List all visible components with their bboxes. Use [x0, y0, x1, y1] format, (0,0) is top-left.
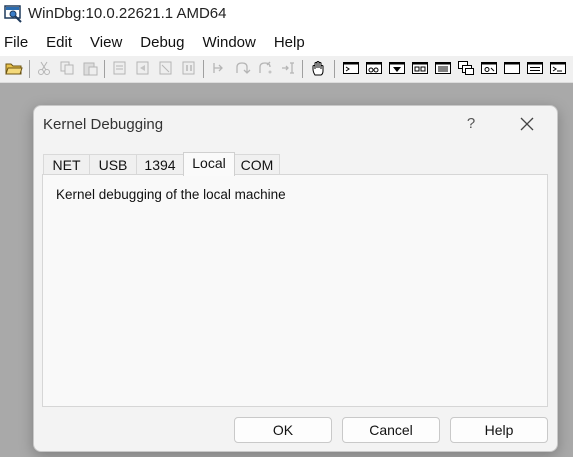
menu-debug[interactable]: Debug [136, 31, 192, 55]
tab-1394[interactable]: 1394 [136, 154, 184, 175]
disassembly-window-icon[interactable] [480, 60, 498, 76]
toolbar-separator [104, 60, 105, 78]
call-stack-window-icon[interactable] [457, 60, 475, 76]
tab-usb[interactable]: USB [89, 154, 137, 175]
help-button[interactable]: Help [450, 417, 548, 443]
kernel-debugging-dialog: Kernel Debugging ? NET USB 1394 Local CO… [33, 105, 558, 452]
local-tab-panel: Kernel debugging of the local machine [42, 174, 548, 407]
step-over-icon[interactable] [233, 60, 251, 76]
menu-edit[interactable]: Edit [42, 31, 80, 55]
title-bar[interactable]: WinDbg:10.0.22621.1 AMD64 [0, 0, 573, 30]
stop-debugging-icon[interactable] [157, 60, 175, 76]
cut-icon[interactable] [35, 60, 53, 76]
watch-window-icon[interactable] [365, 60, 383, 76]
toolbar-separator [334, 60, 335, 78]
menu-help[interactable]: Help [270, 31, 313, 55]
paste-icon[interactable] [81, 60, 99, 76]
run-to-cursor-icon[interactable] [279, 60, 297, 76]
memory-window-icon[interactable] [434, 60, 452, 76]
toolbar [0, 56, 573, 83]
break-icon[interactable] [180, 60, 198, 76]
locals-window-icon[interactable] [388, 60, 406, 76]
hand-icon[interactable] [310, 60, 328, 76]
tab-com[interactable]: COM [234, 154, 280, 175]
open-folder-icon[interactable] [5, 60, 23, 76]
dialog-title: Kernel Debugging [43, 116, 164, 133]
help-question-icon[interactable]: ? [464, 115, 478, 132]
processes-threads-icon[interactable] [526, 60, 544, 76]
registers-window-icon[interactable] [411, 60, 429, 76]
menu-bar: File Edit View Debug Window Help [0, 31, 573, 55]
window-title: WinDbg:10.0.22621.1 AMD64 [28, 5, 227, 22]
command-window-icon[interactable] [342, 60, 360, 76]
toolbar-separator [302, 60, 303, 78]
close-icon[interactable] [518, 115, 536, 133]
ok-button[interactable]: OK [234, 417, 332, 443]
tab-net[interactable]: NET [43, 154, 90, 175]
step-into-icon[interactable] [210, 60, 228, 76]
menu-file[interactable]: File [0, 31, 36, 55]
step-out-icon[interactable] [256, 60, 274, 76]
cancel-button[interactable]: Cancel [342, 417, 440, 443]
go-icon[interactable] [111, 60, 129, 76]
restart-icon[interactable] [134, 60, 152, 76]
windbg-app-icon [4, 5, 22, 23]
toolbar-separator [29, 60, 30, 78]
local-description: Kernel debugging of the local machine [56, 187, 286, 202]
copy-icon[interactable] [58, 60, 76, 76]
menu-window[interactable]: Window [198, 31, 263, 55]
menu-view[interactable]: View [86, 31, 130, 55]
tab-local[interactable]: Local [183, 152, 235, 176]
toolbar-separator [203, 60, 204, 78]
command-browser-icon[interactable] [549, 60, 567, 76]
scratch-pad-icon[interactable] [503, 60, 521, 76]
